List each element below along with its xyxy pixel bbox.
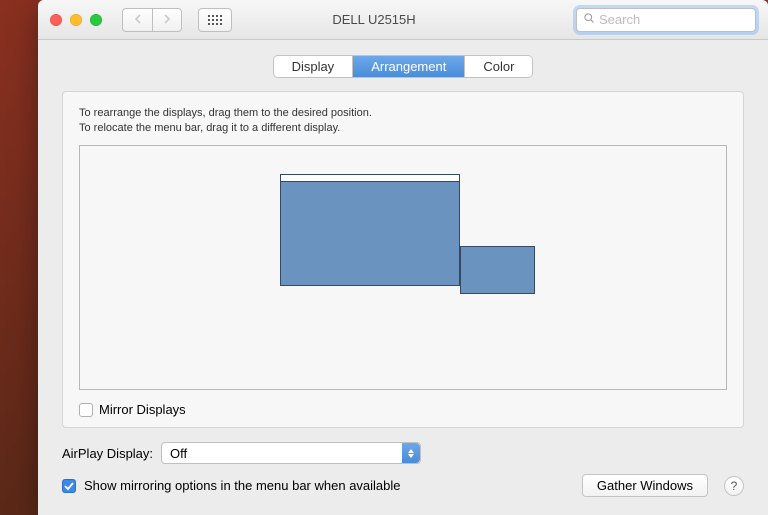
show-mirroring-label: Show mirroring options in the menu bar w… <box>84 478 401 493</box>
instruction-text: To rearrange the displays, drag them to … <box>79 106 727 137</box>
airplay-select[interactable]: Off <box>161 442 421 464</box>
chevron-right-icon <box>163 13 171 27</box>
search-icon <box>583 12 595 27</box>
close-window-button[interactable] <box>50 14 62 26</box>
tab-arrangement[interactable]: Arrangement <box>353 56 465 77</box>
mirror-displays-label: Mirror Displays <box>99 402 186 417</box>
search-input[interactable] <box>599 12 749 27</box>
content-area: Display Arrangement Color To rearrange t… <box>38 40 768 515</box>
window-title: DELL U2515H <box>180 12 568 27</box>
instruction-line1: To rearrange the displays, drag them to … <box>79 106 727 121</box>
airplay-value: Off <box>170 446 187 461</box>
instruction-line2: To relocate the menu bar, drag it to a d… <box>79 121 727 136</box>
traffic-lights <box>50 14 102 26</box>
stepper-icon <box>402 443 420 463</box>
arrangement-panel: To rearrange the displays, drag them to … <box>62 91 744 428</box>
display-secondary[interactable] <box>460 246 535 294</box>
titlebar: DELL U2515H <box>38 0 768 40</box>
display-primary[interactable] <box>280 174 460 286</box>
minimize-window-button[interactable] <box>70 14 82 26</box>
show-mirroring-checkbox[interactable] <box>62 479 76 493</box>
help-button[interactable]: ? <box>724 476 744 496</box>
tab-bar: Display Arrangement Color <box>62 56 744 77</box>
back-button[interactable] <box>122 8 152 32</box>
gather-windows-button[interactable]: Gather Windows <box>582 474 708 497</box>
chevron-left-icon <box>134 13 142 27</box>
forward-button[interactable] <box>152 8 182 32</box>
bottom-controls: AirPlay Display: Off Show mirroring opti… <box>62 442 744 497</box>
airplay-label: AirPlay Display: <box>62 446 153 461</box>
nav-buttons <box>122 8 182 32</box>
menu-bar-handle[interactable] <box>281 175 459 182</box>
display-arrangement-area[interactable] <box>79 145 727 390</box>
mirror-displays-checkbox[interactable] <box>79 403 93 417</box>
tab-color[interactable]: Color <box>465 56 532 77</box>
preferences-window: DELL U2515H Display Arrangement Color To… <box>38 0 768 515</box>
mirror-displays-row: Mirror Displays <box>79 400 727 417</box>
zoom-window-button[interactable] <box>90 14 102 26</box>
search-field[interactable] <box>576 8 756 32</box>
tab-display[interactable]: Display <box>274 56 354 77</box>
